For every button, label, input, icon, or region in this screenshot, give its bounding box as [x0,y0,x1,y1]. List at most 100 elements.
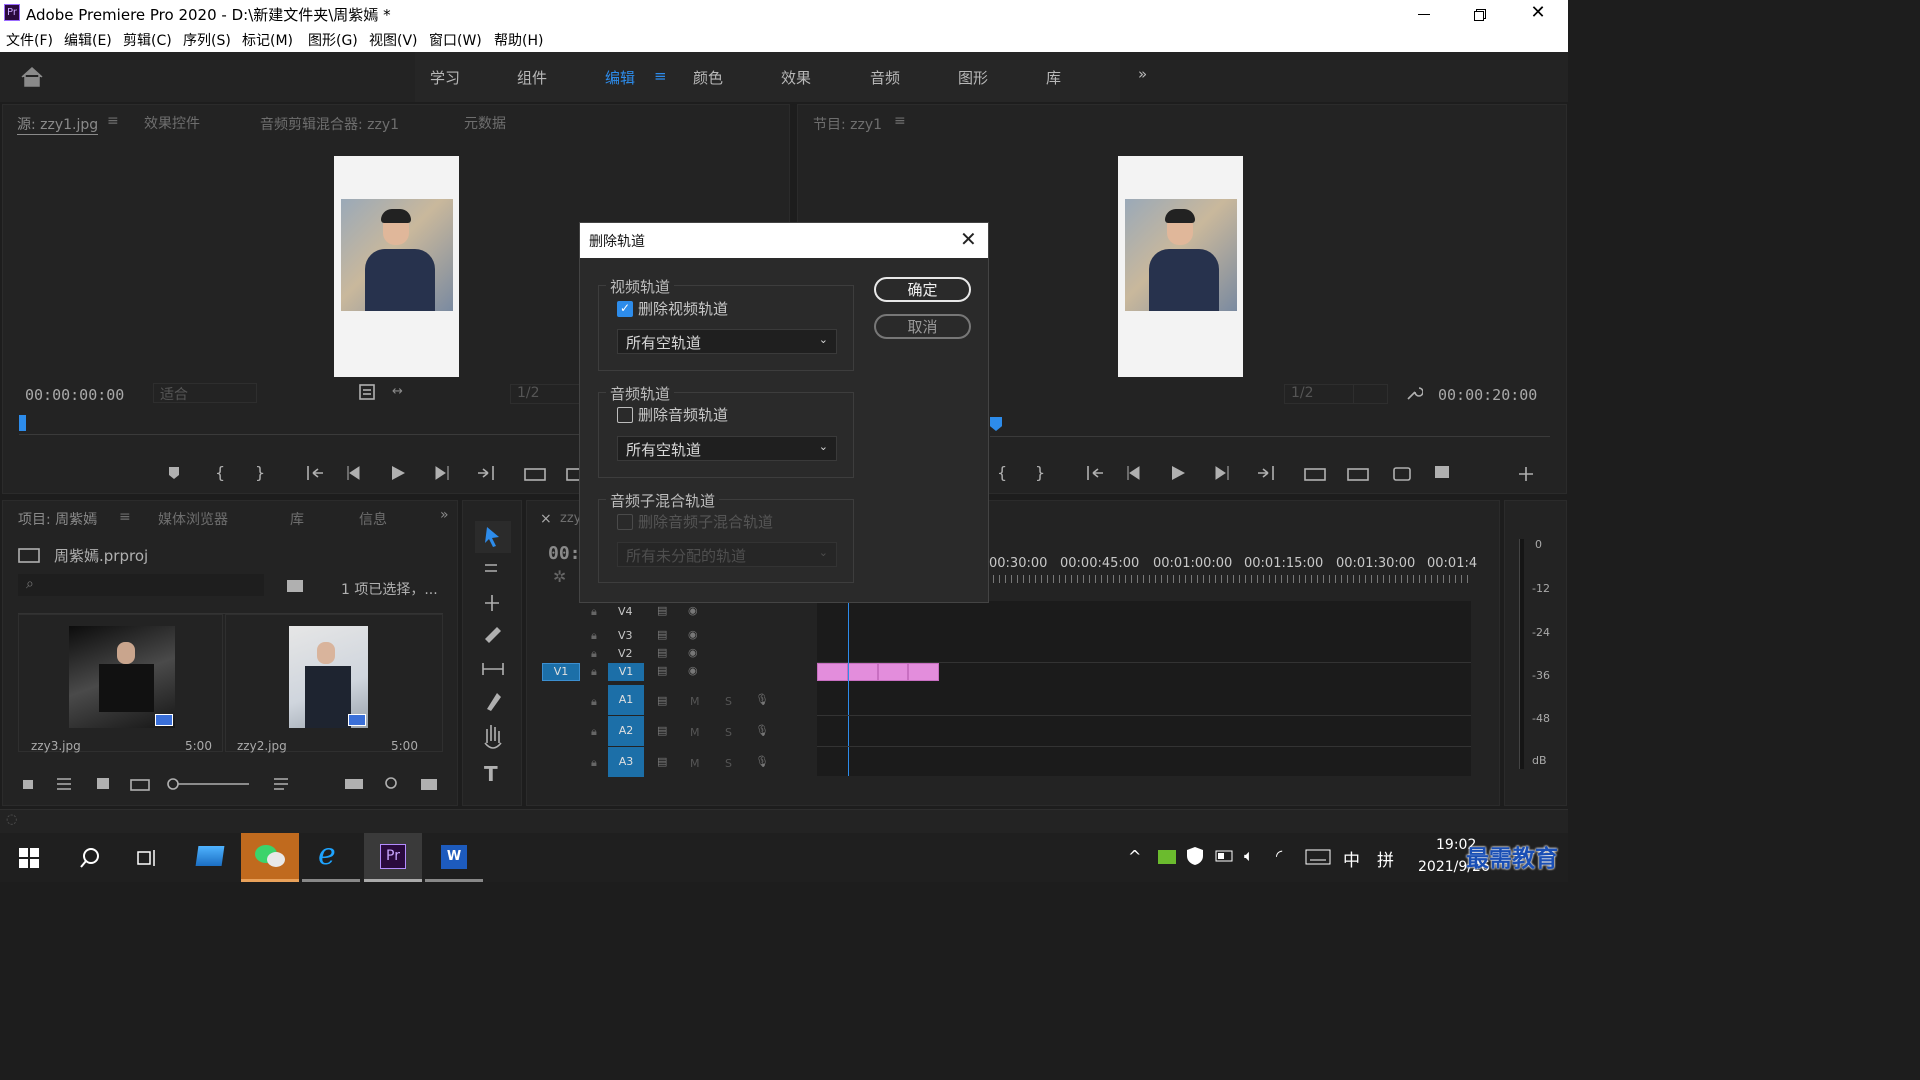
tab-libraries[interactable]: 库 [290,509,304,529]
track-target-a2[interactable]: A2 [608,716,644,746]
menu-file[interactable]: 文件(F) [6,30,53,50]
program-playhead[interactable] [990,417,1002,431]
workspace-color[interactable]: 颜色 [693,67,723,88]
source-preview-image [334,156,459,377]
source-resolution-dropdown[interactable]: 1/2 [510,384,580,404]
new-search-bin-icon[interactable] [286,579,304,593]
source-fit-dropdown[interactable]: 适合 [153,383,257,403]
menu-graphics[interactable]: 图形(G) [308,30,358,50]
minimize-icon[interactable] [1412,8,1436,22]
source-playhead[interactable] [19,415,26,431]
workspace-effects[interactable]: 效果 [781,67,811,88]
tab-media-browser[interactable]: 媒体浏览器 [158,509,228,529]
timeline-playhead-line[interactable] [848,601,849,776]
track-target-v1[interactable]: V1 [608,663,644,681]
close-sequence-icon[interactable]: × [540,511,552,527]
source-timecode[interactable]: 00:00:00:00 [25,386,124,404]
keyboard-icon[interactable] [1305,849,1331,865]
project-item[interactable]: zzy2.jpg 5:00 [225,614,443,753]
icon-view-icon [97,778,109,789]
settings-panel-icon[interactable] [359,384,375,400]
source-patch-v1[interactable]: V1 [542,663,580,681]
menu-sequence[interactable]: 序列(S) [183,30,231,50]
more-workspaces-icon[interactable]: » [1138,65,1147,83]
ok-button[interactable]: 确定 [874,277,971,302]
menu-help[interactable]: 帮助(H) [494,30,543,50]
tools-panel: T [462,500,522,806]
track-target-a1[interactable]: A1 [608,685,644,715]
audio-tracks-select[interactable]: 所有空轨道 ⌄ [617,436,837,461]
menu-marker[interactable]: 标记(M) [242,30,293,50]
snap-icon[interactable]: ✲ [553,567,566,586]
timeline-ruler[interactable]: 00:30:00 00:00:45:00 00:01:00:00 00:01:1… [987,553,1477,593]
search-button[interactable] [59,833,117,882]
battery-icon[interactable] [1215,850,1235,862]
volume-icon[interactable]: 🔈︎ [1244,846,1254,866]
ime-mode-indicator[interactable]: 拼 [1377,846,1394,871]
tab-source[interactable]: 源: zzy1.jpg [17,114,99,135]
workspace-editing[interactable]: 编辑 [605,67,635,88]
home-icon[interactable] [20,66,44,88]
workspace-graphics[interactable]: 图形 [958,67,988,88]
nvidia-icon[interactable] [1158,850,1176,864]
ime-indicator[interactable]: 中 [1343,846,1360,871]
timeline-clip[interactable] [817,663,848,681]
project-menu-icon[interactable]: ≡ [119,509,131,525]
cancel-button[interactable]: 取消 [874,314,971,339]
tab-project[interactable]: 项目: 周紫嫣 [18,509,97,529]
tab-program[interactable]: 节目: zzy1 [813,114,882,134]
menu-edit[interactable]: 编辑(E) [64,30,112,50]
restore-icon[interactable] [1468,4,1492,24]
workspace-audio[interactable]: 音频 [870,67,900,88]
menu-clip[interactable]: 剪辑(C) [123,30,172,50]
close-icon[interactable]: ✕ [960,227,977,251]
delete-video-checkbox[interactable]: ✓ [617,301,633,317]
timeline-clip[interactable] [848,663,878,681]
type-tool-icon: T [484,762,498,786]
fit-clip-icon[interactable]: ↔ [392,384,403,399]
source-menu-icon[interactable]: ≡ [107,113,119,129]
source-transport-controls[interactable]: { } [163,463,593,483]
freeform-view-icon [130,779,150,791]
taskbar-app[interactable] [180,833,238,882]
tab-info[interactable]: 信息 [359,509,387,529]
project-item[interactable]: zzy3.jpg 5:00 [18,614,223,753]
taskbar-wechat[interactable] [241,833,299,882]
tab-metadata[interactable]: 元数据 [464,113,506,133]
delete-audio-checkbox[interactable] [617,407,633,423]
project-toolbar[interactable] [21,774,441,794]
project-search-input[interactable]: ⌕ [18,574,264,596]
close-window-icon[interactable]: ✕ [1526,2,1550,26]
taskbar-premiere[interactable]: Pr [364,833,422,882]
start-button[interactable] [0,833,58,882]
tab-audio-clip-mixer[interactable]: 音频剪辑混合器: zzy1 [260,114,399,134]
timeline-clip[interactable] [908,663,939,681]
program-timecode[interactable]: 00:00:20:00 [1438,386,1537,404]
workspace-assembly[interactable]: 组件 [517,67,547,88]
workspace-learn[interactable]: 学习 [430,67,460,88]
menu-view[interactable]: 视图(V) [369,30,418,50]
program-resolution-dropdown[interactable]: 1/2 [1284,384,1354,404]
timeline-clip[interactable] [878,663,908,681]
track-target-a3[interactable]: A3 [608,747,644,777]
selection-status: 1 项已选择，... [341,582,438,598]
chevron-up-icon[interactable]: ^ [1128,847,1141,866]
taskbar-word[interactable]: W [425,833,483,882]
tool-icons[interactable]: T [475,521,511,791]
program-time-ruler[interactable] [990,417,1550,437]
menu-window[interactable]: 窗口(W) [429,30,482,50]
taskbar-ie[interactable]: e [302,833,360,882]
workspace-menu-icon[interactable]: ≡ [654,67,667,85]
security-shield-icon[interactable] [1186,846,1204,866]
wrench-icon[interactable] [1405,384,1423,402]
workspace-libraries[interactable]: 库 [1046,67,1061,88]
task-view-button[interactable] [118,833,176,882]
wifi-icon[interactable]: ◜ [1276,846,1282,865]
track-area[interactable] [817,601,1471,776]
video-tracks-select[interactable]: 所有空轨道 ⌄ [617,329,837,354]
program-transport-controls[interactable]: { } [993,463,1543,485]
source-time-ruler[interactable] [19,415,579,435]
tab-effect-controls[interactable]: 效果控件 [144,113,200,133]
program-menu-icon[interactable]: ≡ [894,113,906,129]
more-panels-icon[interactable]: » [440,507,449,523]
